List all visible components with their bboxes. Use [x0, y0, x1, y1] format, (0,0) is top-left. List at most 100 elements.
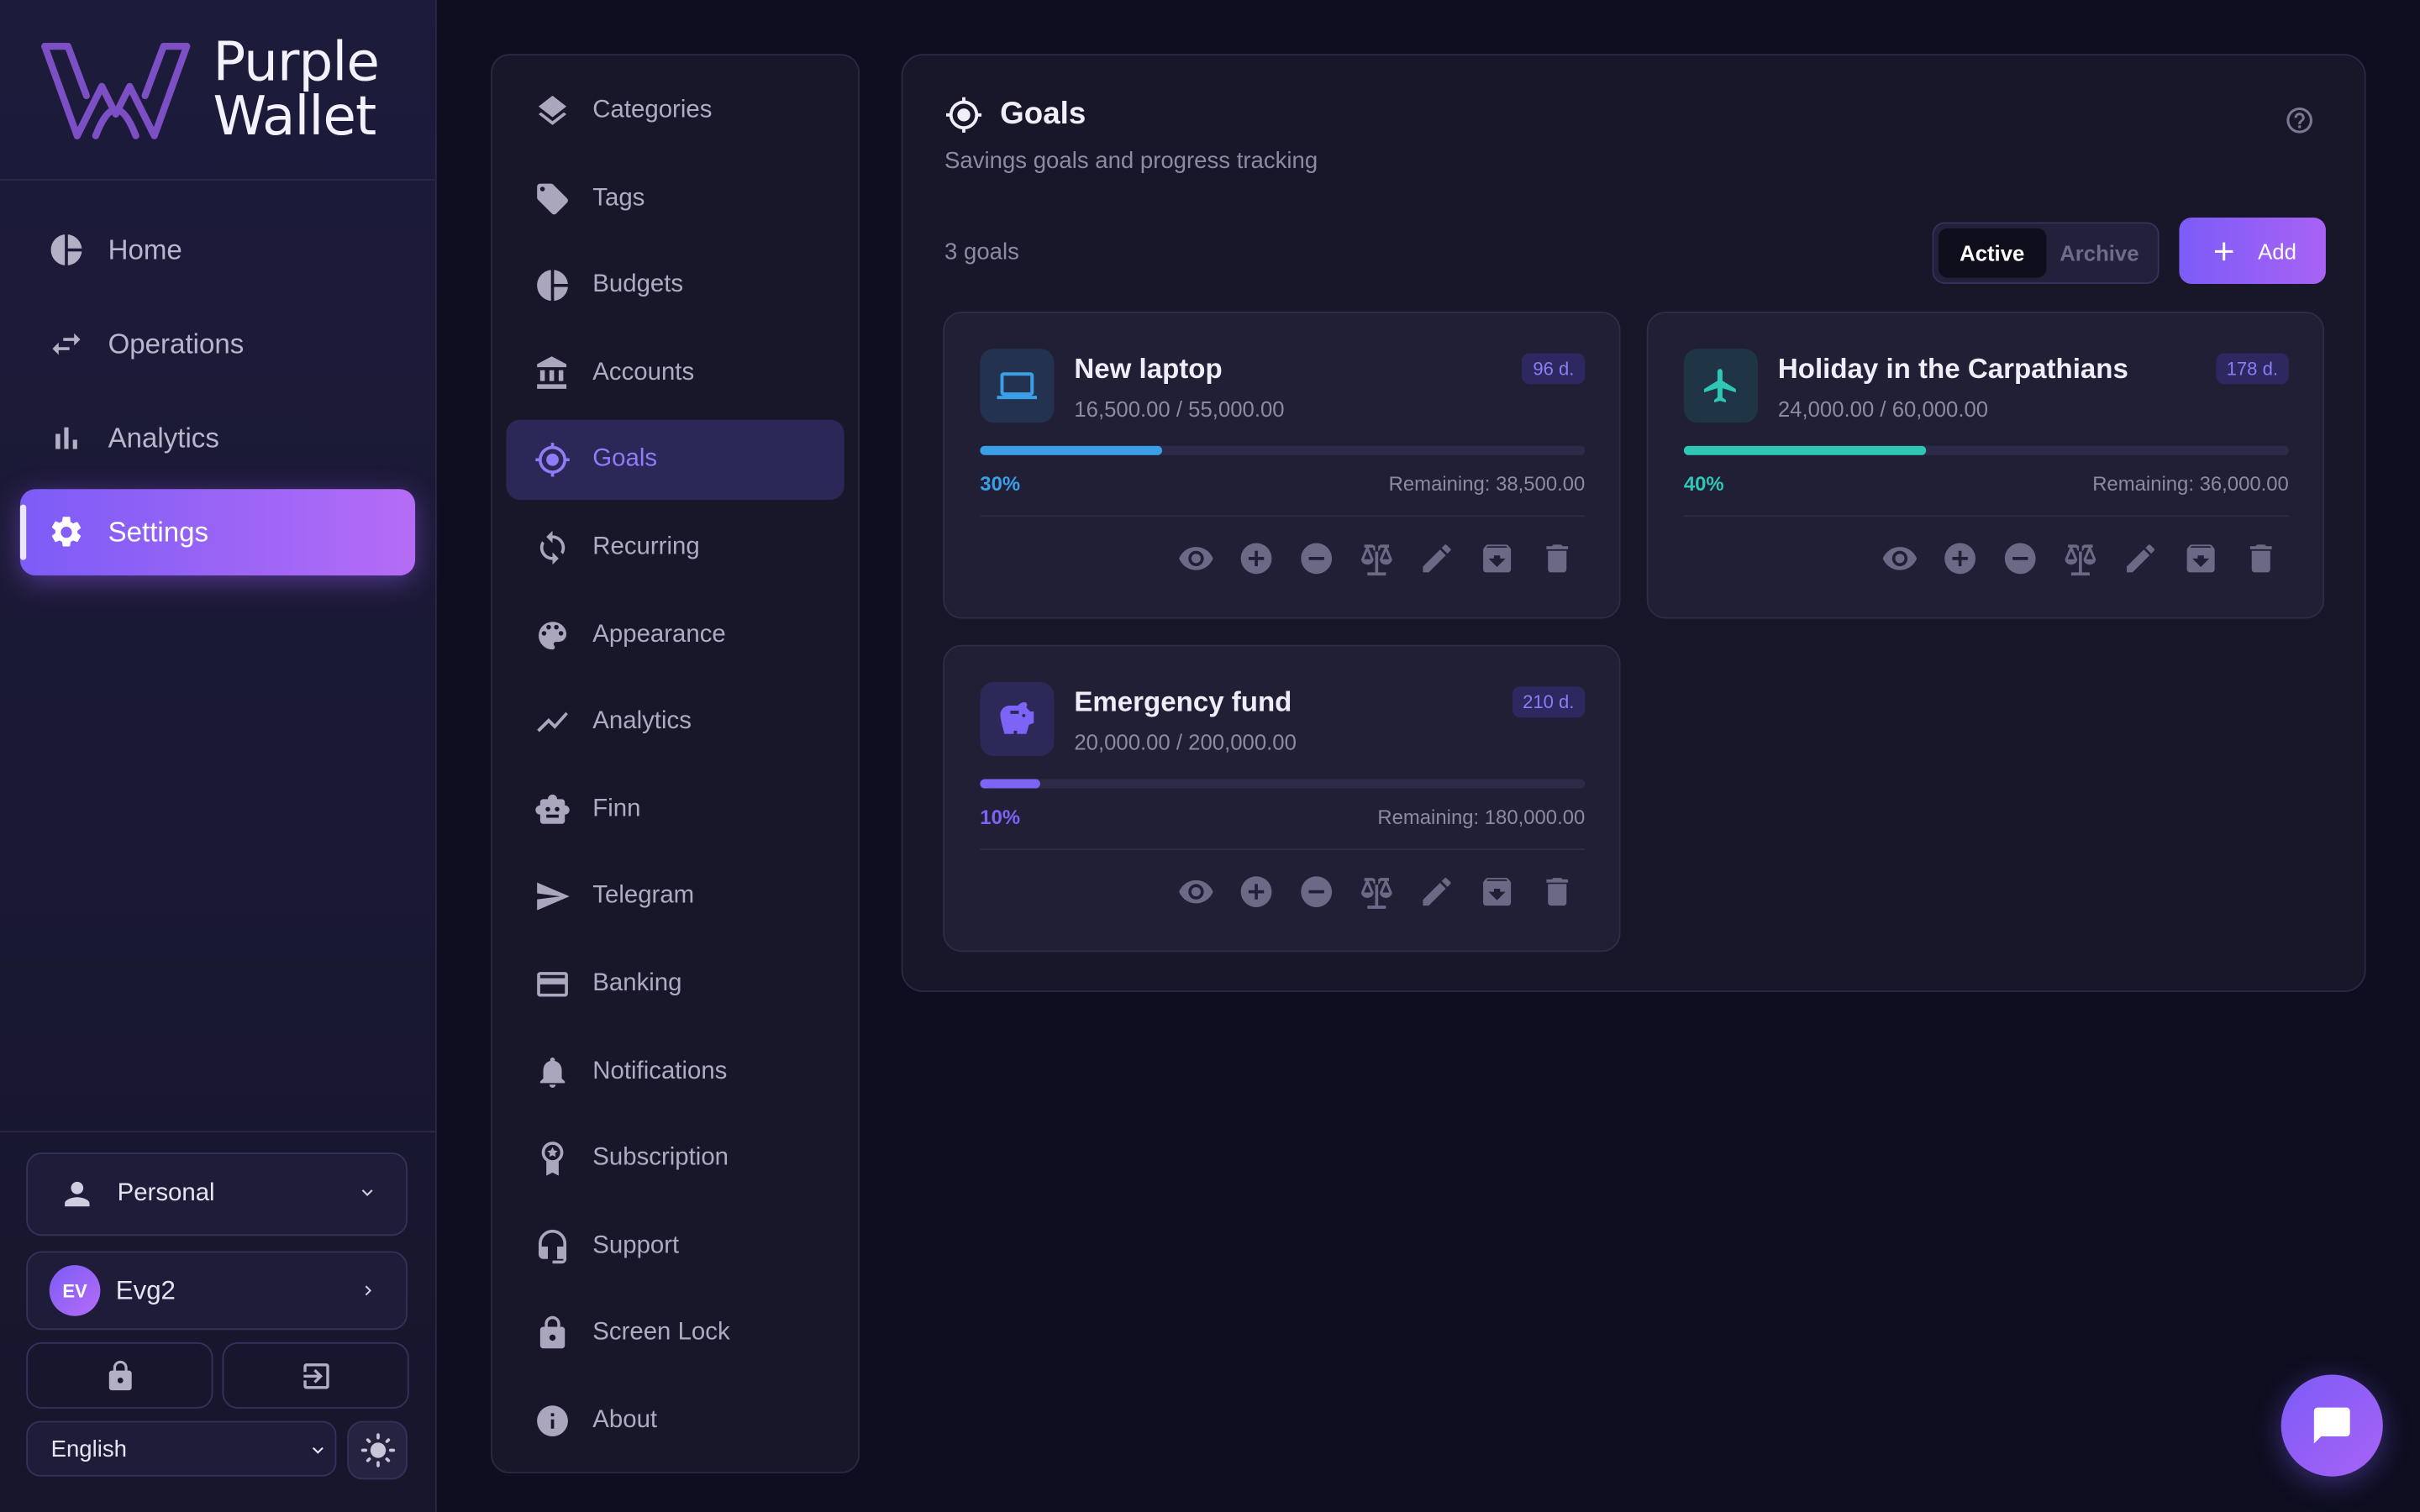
- pencil-icon: [1418, 874, 1455, 911]
- view-goal-button[interactable]: [1881, 540, 1918, 577]
- withdraw-button[interactable]: [2002, 540, 2039, 577]
- settings-item-label: Subscription: [592, 1145, 729, 1172]
- bell-icon: [534, 1053, 571, 1090]
- edit-goal-button[interactable]: [1418, 874, 1455, 911]
- archive-icon: [2182, 540, 2219, 577]
- settings-item-notifications[interactable]: Notifications: [506, 1032, 844, 1112]
- settings-item-categories[interactable]: Categories: [506, 71, 844, 151]
- nav-item-home[interactable]: Home: [20, 207, 415, 293]
- bank-icon: [534, 354, 571, 391]
- settings-item-label: Accounts: [592, 359, 695, 386]
- deposit-button[interactable]: [1238, 540, 1275, 577]
- panel-header: Goals: [944, 96, 1086, 134]
- send-icon: [534, 879, 571, 916]
- settings-item-support[interactable]: Support: [506, 1206, 844, 1287]
- settings-item-finn[interactable]: Finn: [506, 769, 844, 850]
- delete-goal-button[interactable]: [2243, 540, 2280, 577]
- app-root: Purple Wallet Home Operations Analytics …: [0, 0, 2420, 1512]
- archive-icon: [1479, 540, 1516, 577]
- nav-item-analytics[interactable]: Analytics: [20, 395, 415, 481]
- nav-item-operations[interactable]: Operations: [20, 301, 415, 387]
- layers-icon: [534, 92, 571, 129]
- edit-goal-button[interactable]: [1418, 540, 1455, 577]
- edit-goal-button[interactable]: [2122, 540, 2159, 577]
- settings-item-accounts[interactable]: Accounts: [506, 333, 844, 413]
- brand-logo[interactable]: Purple Wallet: [40, 36, 395, 145]
- plus-circle-icon: [1238, 874, 1275, 911]
- goal-card[interactable]: New laptop 16,500.00 / 55,000.00 96 d. 30% R…: [943, 312, 1621, 619]
- settings-item-appearance[interactable]: Appearance: [506, 595, 844, 675]
- help-button[interactable]: [2284, 105, 2315, 136]
- chat-icon: [2311, 1404, 2354, 1446]
- add-goal-button[interactable]: Add: [2179, 217, 2326, 284]
- settings-item-subscription[interactable]: Subscription: [506, 1119, 844, 1200]
- palette-icon: [534, 617, 571, 654]
- pencil-icon: [2122, 540, 2159, 577]
- goal-card[interactable]: Emergency fund 20,000.00 / 200,000.00 210 …: [943, 644, 1621, 953]
- balance-button[interactable]: [1358, 874, 1395, 911]
- archive-goal-button[interactable]: [2182, 540, 2219, 577]
- settings-item-label: Support: [592, 1232, 680, 1259]
- award-icon: [534, 1141, 571, 1178]
- delete-goal-button[interactable]: [1539, 540, 1576, 577]
- target-icon: [944, 96, 983, 134]
- bar-chart-icon: [48, 420, 85, 457]
- chat-button[interactable]: [2281, 1374, 2383, 1477]
- settings-item-screen-lock[interactable]: Screen Lock: [506, 1294, 844, 1374]
- goals-count: 3 goals: [944, 239, 1019, 265]
- nav-item-label: Operations: [108, 328, 245, 360]
- logout-button[interactable]: [222, 1341, 409, 1409]
- balance-button[interactable]: [2062, 540, 2099, 577]
- settings-item-analytics[interactable]: Analytics: [506, 682, 844, 763]
- settings-item-recurring[interactable]: Recurring: [506, 507, 844, 588]
- view-goal-button[interactable]: [1177, 540, 1214, 577]
- settings-item-telegram[interactable]: Telegram: [506, 857, 844, 937]
- balance-button[interactable]: [1358, 540, 1395, 577]
- progress-percent: 10%: [980, 805, 1021, 829]
- workspace-selector[interactable]: Personal: [26, 1152, 408, 1236]
- eye-icon: [1881, 540, 1918, 577]
- target-icon: [534, 442, 571, 479]
- archive-goal-button[interactable]: [1479, 874, 1516, 911]
- language-select[interactable]: English: [26, 1420, 337, 1477]
- settings-item-label: Analytics: [592, 708, 692, 735]
- scale-icon: [2062, 540, 2099, 577]
- view-goal-button[interactable]: [1177, 874, 1214, 911]
- wallet-logo-icon: [41, 42, 191, 139]
- settings-item-goals[interactable]: Goals: [506, 420, 844, 501]
- tab-active[interactable]: Active: [1938, 228, 2046, 278]
- delete-goal-button[interactable]: [1539, 874, 1576, 911]
- withdraw-button[interactable]: [1298, 540, 1335, 577]
- nav-item-settings[interactable]: Settings: [19, 489, 416, 576]
- plus-circle-icon: [1238, 540, 1275, 577]
- settings-menu: Categories Tags Budgets Accounts Goals R…: [491, 54, 860, 1474]
- remaining-amount: Remaining: 38,500.00: [1388, 472, 1586, 496]
- goal-actions: [1858, 540, 2279, 577]
- trash-icon: [1539, 874, 1576, 911]
- settings-item-budgets[interactable]: Budgets: [506, 245, 844, 326]
- goal-name: Holiday in the Carpathians: [1777, 353, 2128, 385]
- trend-icon: [534, 704, 571, 741]
- settings-item-label: Screen Lock: [592, 1319, 730, 1347]
- piggy-bank-icon: [997, 699, 1038, 739]
- user-profile-button[interactable]: EV Evg2: [26, 1251, 408, 1331]
- deposit-button[interactable]: [1238, 874, 1275, 911]
- goal-card[interactable]: Holiday in the Carpathians 24,000.00 / 60…: [1646, 312, 2325, 619]
- progress-fill: [1683, 445, 1926, 455]
- settings-item-banking[interactable]: Banking: [506, 944, 844, 1025]
- workspace-label: Personal: [117, 1180, 215, 1207]
- archive-goal-button[interactable]: [1479, 540, 1516, 577]
- info-icon: [534, 1402, 571, 1439]
- settings-item-tags[interactable]: Tags: [506, 158, 844, 239]
- remaining-amount: Remaining: 36,000.00: [2092, 472, 2289, 496]
- theme-toggle-button[interactable]: [347, 1420, 408, 1480]
- lock-button[interactable]: [26, 1341, 213, 1409]
- withdraw-button[interactable]: [1298, 874, 1335, 911]
- nav-item-label: Home: [108, 234, 182, 265]
- settings-item-about[interactable]: About: [506, 1381, 844, 1462]
- deposit-button[interactable]: [1942, 540, 1979, 577]
- goals-filter-toggle: Active Archive: [1932, 222, 2160, 284]
- tab-archive[interactable]: Archive: [2046, 228, 2154, 278]
- days-left-badge: 96 d.: [1522, 353, 1586, 385]
- settings-item-label: Finn: [592, 795, 641, 822]
